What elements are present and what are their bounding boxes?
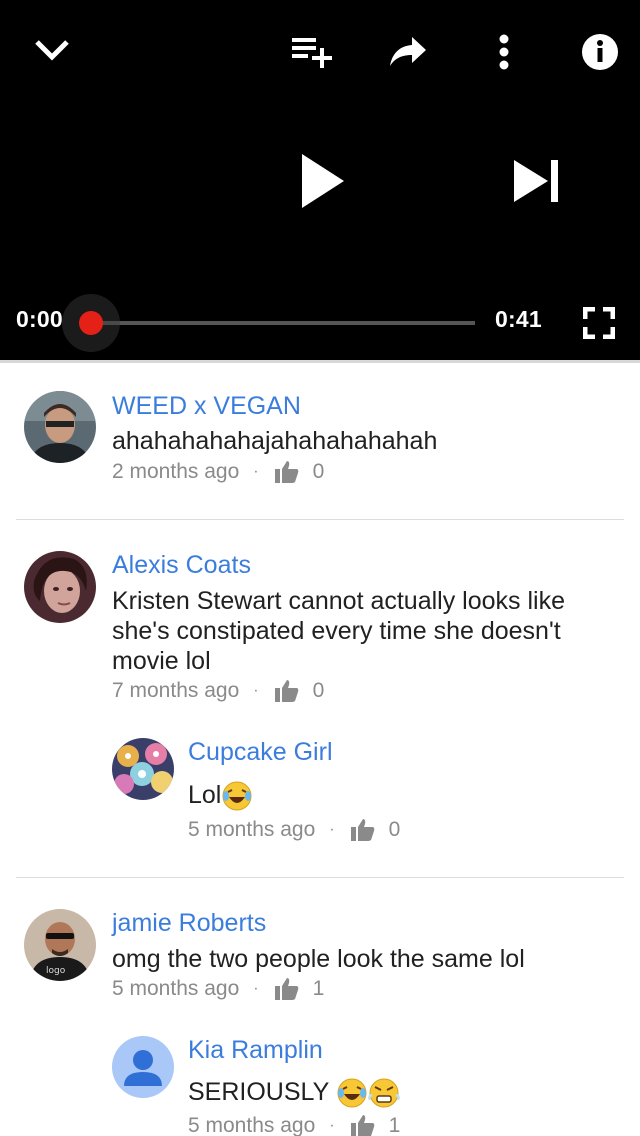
chevron-down-icon bbox=[35, 40, 69, 61]
svg-text:logo: logo bbox=[46, 966, 66, 976]
like-button[interactable] bbox=[274, 978, 299, 1000]
like-button[interactable] bbox=[274, 680, 299, 702]
like-button[interactable] bbox=[350, 819, 375, 841]
avatar[interactable] bbox=[112, 738, 174, 800]
next-button[interactable] bbox=[504, 152, 568, 210]
comment-time: 7 months ago bbox=[112, 679, 240, 702]
avatar[interactable]: logo bbox=[24, 909, 96, 981]
thumbs-up-icon bbox=[274, 978, 298, 1000]
comment-author[interactable]: WEED x VEGAN bbox=[112, 392, 301, 421]
thumbs-up-icon bbox=[274, 680, 298, 702]
thumbs-up-icon bbox=[274, 461, 298, 483]
comment-author[interactable]: Alexis Coats bbox=[112, 551, 251, 580]
comment-text: ahahahahahajahahahahahah bbox=[112, 427, 438, 455]
thumbs-up-icon bbox=[350, 819, 374, 841]
add-to-playlist-icon bbox=[292, 38, 332, 68]
reply-text: Lol bbox=[188, 781, 222, 809]
comment-text: Lol bbox=[188, 780, 608, 811]
play-icon bbox=[302, 154, 344, 208]
like-button[interactable] bbox=[350, 1115, 375, 1136]
like-count: 1 bbox=[388, 1114, 401, 1136]
comment-divider bbox=[16, 877, 624, 878]
thumbs-up-icon bbox=[350, 1115, 374, 1136]
comment-divider bbox=[16, 519, 624, 520]
meta-separator: · bbox=[329, 1117, 335, 1134]
comment-time: 5 months ago bbox=[112, 977, 240, 1000]
meta-separator: · bbox=[329, 821, 335, 838]
share-button[interactable] bbox=[384, 30, 432, 74]
avatar[interactable] bbox=[24, 391, 96, 463]
comment-text: SERIOUSLY bbox=[188, 1077, 608, 1108]
reply-text: SERIOUSLY bbox=[188, 1078, 329, 1106]
seek-handle[interactable] bbox=[79, 311, 103, 335]
like-count: 0 bbox=[388, 818, 401, 841]
comment-author[interactable]: Cupcake Girl bbox=[188, 738, 333, 767]
seek-bar[interactable] bbox=[91, 321, 475, 325]
current-time: 0:00 bbox=[16, 306, 63, 332]
avatar[interactable] bbox=[24, 551, 96, 623]
minimize-button[interactable] bbox=[28, 30, 76, 70]
more-options-button[interactable] bbox=[486, 30, 522, 74]
player-divider bbox=[0, 360, 640, 363]
fullscreen-button[interactable] bbox=[580, 304, 618, 342]
avatar[interactable] bbox=[112, 1036, 174, 1098]
info-button[interactable] bbox=[578, 30, 622, 74]
comment-text: omg the two people look the same lol bbox=[112, 945, 525, 973]
share-icon bbox=[390, 37, 426, 66]
duration: 0:41 bbox=[495, 306, 542, 332]
meta-separator: · bbox=[253, 980, 259, 997]
comment-author[interactable]: jamie Roberts bbox=[112, 909, 266, 938]
meta-separator: · bbox=[253, 463, 259, 480]
video-player[interactable]: 0:00 0:41 bbox=[0, 0, 640, 360]
like-count: 0 bbox=[312, 460, 325, 483]
comment-meta: 5 months ago · 1 bbox=[112, 977, 324, 1001]
skip-next-icon bbox=[514, 160, 558, 202]
comment-author[interactable]: Kia Ramplin bbox=[188, 1036, 323, 1065]
meta-separator: · bbox=[253, 682, 259, 699]
comment-meta: 5 months ago · 1 bbox=[188, 1114, 400, 1136]
comment-meta: 7 months ago · 0 bbox=[112, 679, 324, 703]
comment-meta: 5 months ago · 0 bbox=[188, 818, 400, 842]
frustrated-emoji-icon bbox=[367, 1078, 400, 1108]
comment-time: 5 months ago bbox=[188, 1114, 316, 1136]
laughing-emoji-icon bbox=[337, 1078, 367, 1108]
play-button[interactable] bbox=[290, 146, 354, 216]
laughing-emoji-icon bbox=[222, 781, 252, 811]
default-profile-icon bbox=[112, 1036, 174, 1098]
like-count: 1 bbox=[312, 977, 325, 1000]
info-icon bbox=[582, 34, 618, 70]
comment-time: 5 months ago bbox=[188, 818, 316, 841]
like-button[interactable] bbox=[274, 461, 299, 483]
like-count: 0 bbox=[312, 679, 325, 702]
more-vert-icon bbox=[499, 34, 509, 70]
comment-text: Kristen Stewart cannot actually looks li… bbox=[112, 587, 565, 675]
comment-meta: 2 months ago · 0 bbox=[112, 460, 324, 484]
fullscreen-icon bbox=[583, 307, 615, 339]
add-to-playlist-button[interactable] bbox=[286, 30, 338, 72]
comment-time: 2 months ago bbox=[112, 460, 240, 483]
